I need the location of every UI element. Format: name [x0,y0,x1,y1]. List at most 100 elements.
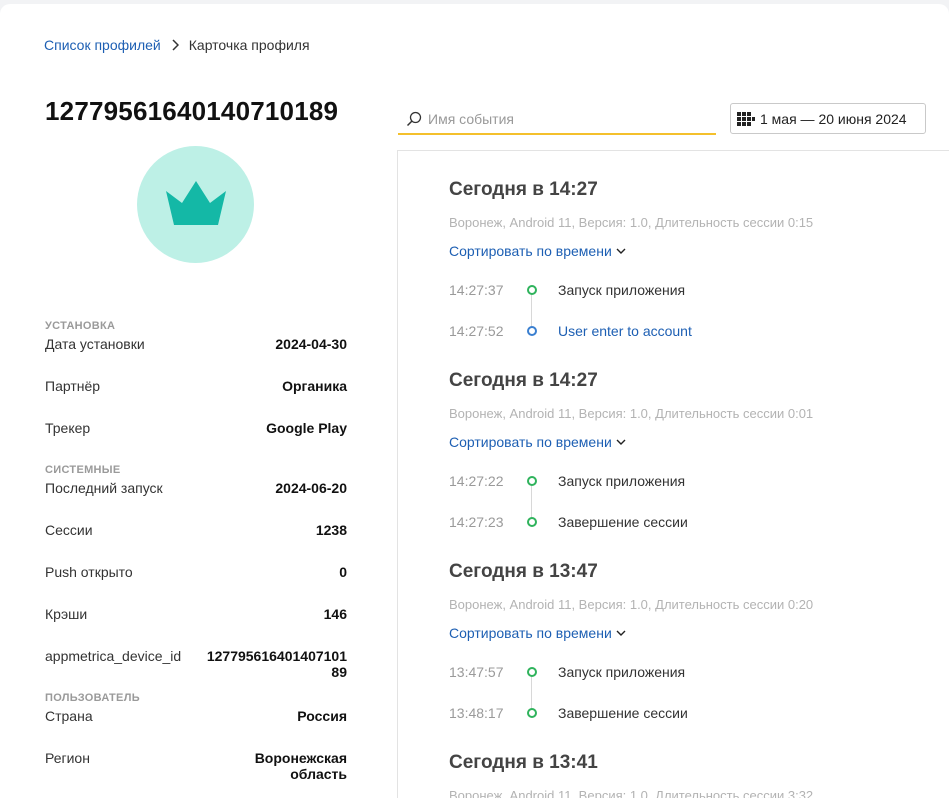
info-value: Google Play [266,420,347,436]
sort-label: Сортировать по времени [449,243,612,259]
breadcrumb-current: Карточка профиля [188,37,310,53]
chevron-down-icon [616,439,626,445]
event-dot [527,666,537,677]
info-key: Партнёр [45,378,101,394]
event-list: 13:47:57 Запуск приложения 13:48:17 Заве… [449,651,929,733]
event-row: 13:48:17 Завершение сессии [449,692,929,733]
event-search[interactable] [398,104,716,135]
event-name: Запуск приложения [558,281,686,298]
event-time: 14:27:37 [449,281,504,298]
event-name-link[interactable]: User enter to account [558,323,692,339]
event-row: 14:27:37 Запуск приложения [449,269,929,310]
session-title: Сегодня в 14:27 [449,179,598,200]
profile-card-page: Список профилей Карточка профиля 1277956… [0,4,949,798]
timeline-connector [531,289,532,330]
info-value: Россия [297,708,347,724]
event-row: 14:27:22 Запуск приложения [449,460,929,501]
calendar-grid-icon [737,111,755,126]
search-icon [406,111,422,126]
event-search-input[interactable] [428,110,708,127]
sort-by-time-toggle[interactable]: Сортировать по времени [449,625,929,641]
info-row: Крэши 146 [45,606,347,648]
info-key: Push открыто [45,564,133,580]
timeline-connector [531,671,532,712]
crown-icon [165,180,226,225]
session-title: Сегодня в 13:47 [449,561,598,582]
profile-info: Установка Дата установки 2024-04-30 Парт… [45,320,347,792]
info-row: appmetrica_device_id 127795616401407101 … [45,648,347,692]
session-block: Сегодня в 14:27 Воронеж, Android 11, Вер… [449,179,929,351]
info-row: Страна Россия [45,708,347,750]
section-title-install: Установка [45,320,116,332]
info-row: Партнёр Органика [45,378,347,420]
info-value: Воронежская область [254,750,347,782]
info-value: 127795616401407101 89 [206,648,347,680]
event-name: Запуск приложения [558,663,686,680]
info-key: Сессии [45,522,93,538]
event-name: Завершение сессии [558,513,688,530]
info-value: 146 [323,606,347,622]
session-meta: Воронеж, Android 11, Версия: 1.0, Длител… [449,597,814,612]
sort-label: Сортировать по времени [449,434,612,450]
event-list: 14:27:37 Запуск приложения 14:27:52 User… [449,269,929,351]
sessions-feed[interactable]: Сегодня в 14:27 Воронеж, Android 11, Вер… [397,150,949,798]
event-time: 14:27:23 [449,513,504,530]
timeline-connector [531,480,532,521]
event-name: Завершение сессии [558,704,688,721]
event-row: 14:27:23 Завершение сессии [449,501,929,542]
section-title-user: Пользователь [45,692,140,704]
event-dot [527,516,537,527]
chevron-down-icon [616,248,626,254]
session-meta: Воронеж, Android 11, Версия: 1.0, Длител… [449,215,814,230]
event-row: 13:47:57 Запуск приложения [449,651,929,692]
info-key: Крэши [45,606,88,622]
info-value: 0 [339,564,347,580]
info-key: Последний запуск [45,480,163,496]
session-meta: Воронеж, Android 11, Версия: 1.0, Длител… [449,788,814,798]
info-row: Трекер Google Play [45,420,347,464]
session-title: Сегодня в 13:41 [449,752,598,773]
session-block: Сегодня в 13:41 Воронеж, Android 11, Вер… [449,752,929,798]
info-row: Последний запуск 2024-06-20 [45,480,347,522]
event-dot [527,325,537,336]
session-title: Сегодня в 14:27 [449,370,598,391]
section-title-system: Системные [45,464,121,476]
sort-label: Сортировать по времени [449,625,612,641]
info-key: Регион [45,750,90,766]
info-row: Регион Воронежская область [45,750,347,792]
sort-by-time-toggle[interactable]: Сортировать по времени [449,434,929,450]
date-range-button[interactable]: 1 мая — 20 июня 2024 [730,103,926,134]
event-time: 14:27:52 [449,322,504,339]
info-key: Дата установки [45,336,145,352]
event-time: 13:48:17 [449,704,504,721]
info-row: Push открыто 0 [45,564,347,606]
info-row: Сессии 1238 [45,522,347,564]
info-key: appmetrica_device_id [45,648,182,664]
session-block: Сегодня в 13:47 Воронеж, Android 11, Вер… [449,561,929,733]
event-dot [527,707,537,718]
info-value: Органика [282,378,347,394]
info-value: 1238 [315,522,347,538]
event-name: Запуск приложения [558,472,686,489]
breadcrumb-profiles-link[interactable]: Список профилей [44,37,161,53]
chevron-right-icon [171,39,179,51]
event-time: 14:27:22 [449,472,504,489]
info-row: Дата установки 2024-04-30 [45,336,347,378]
event-dot [527,475,537,486]
chevron-down-icon [616,630,626,636]
event-dot [527,284,537,295]
sort-by-time-toggle[interactable]: Сортировать по времени [449,243,929,259]
session-block: Сегодня в 14:27 Воронеж, Android 11, Вер… [449,370,929,542]
avatar [137,146,254,263]
breadcrumb: Список профилей Карточка профиля [44,37,310,53]
info-value: 2024-06-20 [275,480,347,496]
event-time: 13:47:57 [449,663,504,680]
info-value: 2024-04-30 [275,336,347,352]
info-key: Страна [45,708,93,724]
profile-id-title: 12779561640140710189 [45,96,339,126]
session-meta: Воронеж, Android 11, Версия: 1.0, Длител… [449,406,814,421]
info-key: Трекер [45,420,91,436]
event-row: 14:27:52 User enter to account [449,310,929,351]
date-range-label: 1 мая — 20 июня 2024 [760,110,907,127]
event-list: 14:27:22 Запуск приложения 14:27:23 Заве… [449,460,929,542]
